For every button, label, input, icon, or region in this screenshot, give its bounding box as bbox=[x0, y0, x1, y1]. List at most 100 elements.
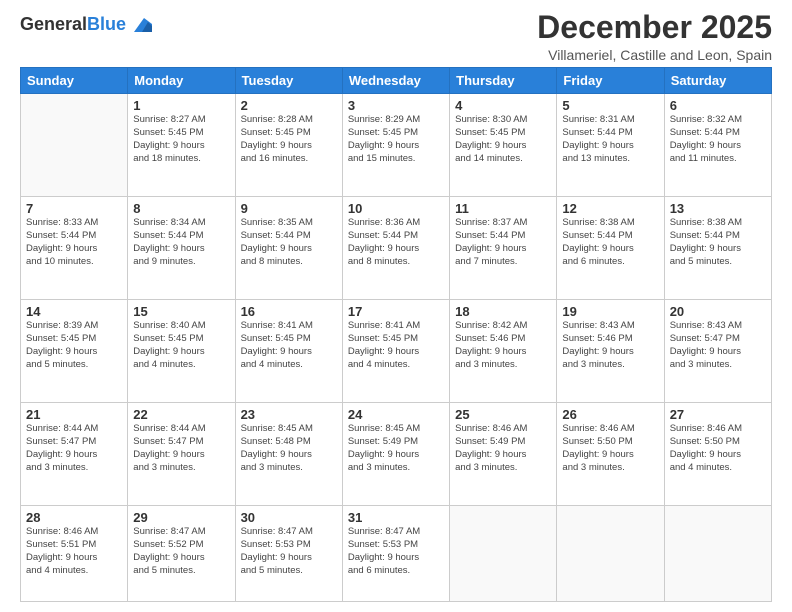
calendar-cell: 25Sunrise: 8:46 AMSunset: 5:49 PMDayligh… bbox=[450, 403, 557, 506]
day-info: Sunrise: 8:28 AMSunset: 5:45 PMDaylight:… bbox=[241, 114, 337, 165]
day-number: 11 bbox=[455, 201, 551, 216]
calendar-cell: 30Sunrise: 8:47 AMSunset: 5:53 PMDayligh… bbox=[235, 506, 342, 602]
subtitle: Villameriel, Castille and Leon, Spain bbox=[537, 47, 772, 63]
day-info: Sunrise: 8:39 AMSunset: 5:45 PMDaylight:… bbox=[26, 320, 122, 371]
calendar-cell: 20Sunrise: 8:43 AMSunset: 5:47 PMDayligh… bbox=[664, 300, 771, 403]
day-info: Sunrise: 8:35 AMSunset: 5:44 PMDaylight:… bbox=[241, 217, 337, 268]
day-info: Sunrise: 8:38 AMSunset: 5:44 PMDaylight:… bbox=[670, 217, 766, 268]
day-info: Sunrise: 8:34 AMSunset: 5:44 PMDaylight:… bbox=[133, 217, 229, 268]
day-info: Sunrise: 8:41 AMSunset: 5:45 PMDaylight:… bbox=[241, 320, 337, 371]
calendar-cell: 26Sunrise: 8:46 AMSunset: 5:50 PMDayligh… bbox=[557, 403, 664, 506]
calendar-header-row: SundayMondayTuesdayWednesdayThursdayFrid… bbox=[21, 68, 772, 94]
calendar-cell: 11Sunrise: 8:37 AMSunset: 5:44 PMDayligh… bbox=[450, 197, 557, 300]
day-info: Sunrise: 8:44 AMSunset: 5:47 PMDaylight:… bbox=[26, 423, 122, 474]
logo-blue-text: Blue bbox=[87, 14, 126, 34]
day-number: 13 bbox=[670, 201, 766, 216]
day-number: 1 bbox=[133, 98, 229, 113]
logo-icon bbox=[130, 14, 152, 36]
calendar-cell: 5Sunrise: 8:31 AMSunset: 5:44 PMDaylight… bbox=[557, 94, 664, 197]
calendar-cell: 18Sunrise: 8:42 AMSunset: 5:46 PMDayligh… bbox=[450, 300, 557, 403]
day-info: Sunrise: 8:30 AMSunset: 5:45 PMDaylight:… bbox=[455, 114, 551, 165]
calendar-cell: 13Sunrise: 8:38 AMSunset: 5:44 PMDayligh… bbox=[664, 197, 771, 300]
title-block: December 2025 Villameriel, Castille and … bbox=[537, 10, 772, 63]
calendar-header-saturday: Saturday bbox=[664, 68, 771, 94]
day-info: Sunrise: 8:38 AMSunset: 5:44 PMDaylight:… bbox=[562, 217, 658, 268]
calendar-cell: 10Sunrise: 8:36 AMSunset: 5:44 PMDayligh… bbox=[342, 197, 449, 300]
day-info: Sunrise: 8:45 AMSunset: 5:48 PMDaylight:… bbox=[241, 423, 337, 474]
calendar-header-tuesday: Tuesday bbox=[235, 68, 342, 94]
calendar-header-monday: Monday bbox=[128, 68, 235, 94]
calendar-header-thursday: Thursday bbox=[450, 68, 557, 94]
calendar-cell: 17Sunrise: 8:41 AMSunset: 5:45 PMDayligh… bbox=[342, 300, 449, 403]
calendar-header-sunday: Sunday bbox=[21, 68, 128, 94]
day-info: Sunrise: 8:37 AMSunset: 5:44 PMDaylight:… bbox=[455, 217, 551, 268]
day-number: 14 bbox=[26, 304, 122, 319]
calendar-cell: 6Sunrise: 8:32 AMSunset: 5:44 PMDaylight… bbox=[664, 94, 771, 197]
calendar-cell: 28Sunrise: 8:46 AMSunset: 5:51 PMDayligh… bbox=[21, 506, 128, 602]
day-number: 31 bbox=[348, 510, 444, 525]
day-number: 9 bbox=[241, 201, 337, 216]
day-info: Sunrise: 8:41 AMSunset: 5:45 PMDaylight:… bbox=[348, 320, 444, 371]
calendar-week-1: 1Sunrise: 8:27 AMSunset: 5:45 PMDaylight… bbox=[21, 94, 772, 197]
day-number: 21 bbox=[26, 407, 122, 422]
day-number: 19 bbox=[562, 304, 658, 319]
calendar-table: SundayMondayTuesdayWednesdayThursdayFrid… bbox=[20, 67, 772, 602]
day-info: Sunrise: 8:43 AMSunset: 5:47 PMDaylight:… bbox=[670, 320, 766, 371]
calendar-cell: 31Sunrise: 8:47 AMSunset: 5:53 PMDayligh… bbox=[342, 506, 449, 602]
day-info: Sunrise: 8:46 AMSunset: 5:50 PMDaylight:… bbox=[670, 423, 766, 474]
logo-general-text: General bbox=[20, 14, 87, 34]
calendar-cell: 7Sunrise: 8:33 AMSunset: 5:44 PMDaylight… bbox=[21, 197, 128, 300]
calendar-cell: 15Sunrise: 8:40 AMSunset: 5:45 PMDayligh… bbox=[128, 300, 235, 403]
day-number: 2 bbox=[241, 98, 337, 113]
day-number: 30 bbox=[241, 510, 337, 525]
logo: GeneralBlue bbox=[20, 14, 152, 36]
day-number: 8 bbox=[133, 201, 229, 216]
calendar-week-4: 21Sunrise: 8:44 AMSunset: 5:47 PMDayligh… bbox=[21, 403, 772, 506]
calendar-cell: 2Sunrise: 8:28 AMSunset: 5:45 PMDaylight… bbox=[235, 94, 342, 197]
day-info: Sunrise: 8:40 AMSunset: 5:45 PMDaylight:… bbox=[133, 320, 229, 371]
day-number: 10 bbox=[348, 201, 444, 216]
day-info: Sunrise: 8:43 AMSunset: 5:46 PMDaylight:… bbox=[562, 320, 658, 371]
day-number: 7 bbox=[26, 201, 122, 216]
calendar-cell: 22Sunrise: 8:44 AMSunset: 5:47 PMDayligh… bbox=[128, 403, 235, 506]
calendar-week-3: 14Sunrise: 8:39 AMSunset: 5:45 PMDayligh… bbox=[21, 300, 772, 403]
calendar-cell: 14Sunrise: 8:39 AMSunset: 5:45 PMDayligh… bbox=[21, 300, 128, 403]
calendar-header-wednesday: Wednesday bbox=[342, 68, 449, 94]
day-number: 4 bbox=[455, 98, 551, 113]
calendar-cell: 23Sunrise: 8:45 AMSunset: 5:48 PMDayligh… bbox=[235, 403, 342, 506]
calendar-cell bbox=[664, 506, 771, 602]
day-info: Sunrise: 8:36 AMSunset: 5:44 PMDaylight:… bbox=[348, 217, 444, 268]
calendar-cell bbox=[557, 506, 664, 602]
day-number: 29 bbox=[133, 510, 229, 525]
day-info: Sunrise: 8:44 AMSunset: 5:47 PMDaylight:… bbox=[133, 423, 229, 474]
day-number: 5 bbox=[562, 98, 658, 113]
day-number: 12 bbox=[562, 201, 658, 216]
header: GeneralBlue December 2025 Villameriel, C… bbox=[20, 10, 772, 63]
calendar-cell: 4Sunrise: 8:30 AMSunset: 5:45 PMDaylight… bbox=[450, 94, 557, 197]
day-number: 18 bbox=[455, 304, 551, 319]
day-number: 20 bbox=[670, 304, 766, 319]
day-info: Sunrise: 8:27 AMSunset: 5:45 PMDaylight:… bbox=[133, 114, 229, 165]
calendar-header-friday: Friday bbox=[557, 68, 664, 94]
calendar-cell: 8Sunrise: 8:34 AMSunset: 5:44 PMDaylight… bbox=[128, 197, 235, 300]
day-info: Sunrise: 8:47 AMSunset: 5:53 PMDaylight:… bbox=[348, 526, 444, 577]
calendar-cell: 27Sunrise: 8:46 AMSunset: 5:50 PMDayligh… bbox=[664, 403, 771, 506]
calendar-cell: 24Sunrise: 8:45 AMSunset: 5:49 PMDayligh… bbox=[342, 403, 449, 506]
day-number: 6 bbox=[670, 98, 766, 113]
day-info: Sunrise: 8:46 AMSunset: 5:50 PMDaylight:… bbox=[562, 423, 658, 474]
day-number: 24 bbox=[348, 407, 444, 422]
day-number: 23 bbox=[241, 407, 337, 422]
day-number: 27 bbox=[670, 407, 766, 422]
day-info: Sunrise: 8:47 AMSunset: 5:53 PMDaylight:… bbox=[241, 526, 337, 577]
day-info: Sunrise: 8:42 AMSunset: 5:46 PMDaylight:… bbox=[455, 320, 551, 371]
calendar-cell: 1Sunrise: 8:27 AMSunset: 5:45 PMDaylight… bbox=[128, 94, 235, 197]
calendar-cell bbox=[450, 506, 557, 602]
calendar-cell: 3Sunrise: 8:29 AMSunset: 5:45 PMDaylight… bbox=[342, 94, 449, 197]
day-info: Sunrise: 8:33 AMSunset: 5:44 PMDaylight:… bbox=[26, 217, 122, 268]
day-info: Sunrise: 8:47 AMSunset: 5:52 PMDaylight:… bbox=[133, 526, 229, 577]
day-info: Sunrise: 8:45 AMSunset: 5:49 PMDaylight:… bbox=[348, 423, 444, 474]
day-info: Sunrise: 8:46 AMSunset: 5:51 PMDaylight:… bbox=[26, 526, 122, 577]
day-number: 28 bbox=[26, 510, 122, 525]
day-info: Sunrise: 8:46 AMSunset: 5:49 PMDaylight:… bbox=[455, 423, 551, 474]
day-number: 26 bbox=[562, 407, 658, 422]
